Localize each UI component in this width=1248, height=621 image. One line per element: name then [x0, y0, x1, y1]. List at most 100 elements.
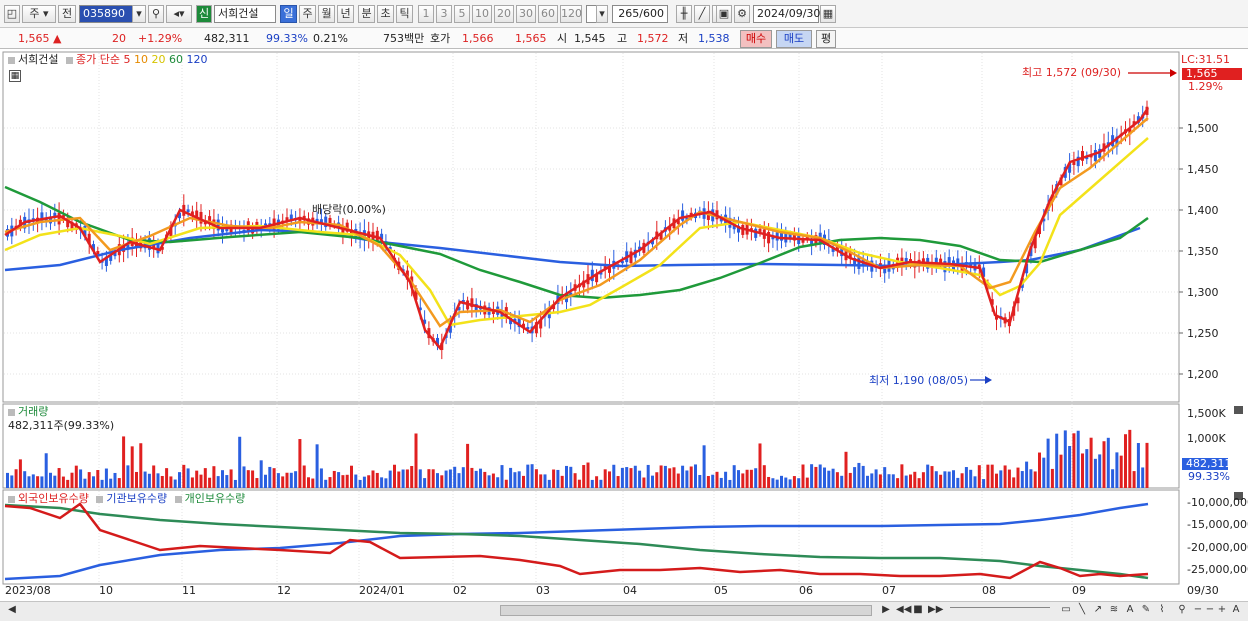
buy-button[interactable]: 매수 [740, 30, 772, 48]
draw-line-icon[interactable]: ╲ [1076, 603, 1088, 617]
scroll-right-icon[interactable]: ▶ [880, 603, 892, 617]
stop-icon[interactable]: ■ [912, 603, 924, 617]
candle-body [681, 210, 685, 221]
tab-tick[interactable]: 틱 [396, 5, 413, 23]
table-icon[interactable]: ▦ [9, 70, 21, 82]
x-tick: 07 [882, 584, 896, 597]
fib-tool-icon[interactable]: ≋ [1108, 603, 1120, 617]
volume-bar [208, 477, 212, 488]
scroll-left-icon[interactable]: ◀ [6, 603, 18, 617]
zoom-slider[interactable] [950, 607, 1050, 613]
candle-type-icon[interactable]: ╫ [676, 5, 692, 23]
x-tick: 12 [277, 584, 291, 597]
volume-bar [341, 475, 345, 488]
volume-bar [36, 476, 40, 488]
window-menu-icon[interactable]: ◰ [4, 5, 20, 23]
volume-bar [1089, 437, 1093, 488]
ma20-legend: 20 [151, 53, 166, 66]
rewind-icon[interactable]: ◀◀ [896, 603, 911, 617]
scrollbar-thumb[interactable] [500, 605, 872, 616]
y-tick-1500: 1,500 [1187, 122, 1219, 135]
volume-bar [100, 479, 104, 488]
min-10[interactable]: 10 [472, 5, 492, 23]
min-20[interactable]: 20 [494, 5, 514, 23]
brush-tool-icon[interactable]: ✎ [1140, 603, 1152, 617]
search-icon[interactable]: ⚲ [148, 5, 164, 23]
tab-year[interactable]: 년 [337, 5, 354, 23]
volume-bar [251, 470, 255, 488]
volume-bar [560, 475, 564, 488]
sound-icon[interactable]: ◂▾ [166, 5, 192, 23]
x-tick: 2024/01 [359, 584, 405, 597]
arrow-tool-icon[interactable]: ↗ [1092, 603, 1104, 617]
chart-area[interactable] [0, 50, 1248, 602]
tab-second[interactable]: 초 [377, 5, 394, 23]
text-tool-icon[interactable]: A [1124, 603, 1136, 617]
volume-bar [367, 475, 371, 488]
y-tick-1250: 1,250 [1187, 327, 1219, 340]
hold-tick-15m: -15,000,000 [1187, 518, 1248, 531]
chart-tool-icon[interactable]: ⌇ [1156, 603, 1168, 617]
date-input[interactable]: 2024/09/30 [753, 5, 820, 23]
volume-bar [758, 443, 762, 488]
code-dropdown-icon[interactable]: ▾ [132, 5, 146, 23]
zoom-in-icon[interactable]: + [1216, 603, 1228, 617]
low-annotation: 최저 1,190 (08/05) [869, 374, 969, 387]
min-1[interactable]: 1 [418, 5, 434, 23]
draw-tool-icon[interactable]: ╱ [694, 5, 710, 23]
volume-bar [595, 476, 599, 488]
volume-bar [1007, 469, 1011, 488]
zoom-search-icon[interactable]: ⚲ [1176, 603, 1188, 617]
volume-bar [178, 472, 181, 488]
volume-bar [547, 479, 551, 488]
forward-icon[interactable]: ▶▶ [928, 603, 943, 617]
candle-body [96, 251, 100, 255]
layout-icon[interactable]: ▭ [1060, 603, 1072, 617]
volume-bar [57, 468, 61, 488]
period-select[interactable]: 주 ▾ [22, 5, 56, 23]
volume-bar [973, 476, 977, 488]
eval-button[interactable]: 평 [816, 30, 836, 48]
candle-body [758, 228, 762, 232]
last-percent: 1.29% [1188, 80, 1223, 93]
custom-period-dropdown-icon[interactable]: ▾ [596, 5, 608, 23]
volume-bar [651, 475, 654, 488]
min-120[interactable]: 120 [560, 5, 582, 23]
settings-gear-icon[interactable]: ⚙ [734, 5, 750, 23]
volume-bar [737, 470, 740, 488]
tab-minute[interactable]: 분 [358, 5, 375, 23]
min-3[interactable]: 3 [436, 5, 452, 23]
volume-bar [1081, 453, 1084, 488]
calendar-icon[interactable]: ▦ [820, 5, 836, 23]
volume-bar [900, 464, 904, 488]
volume-bar [999, 470, 1003, 488]
zoom-out-icon[interactable]: − [1192, 603, 1204, 617]
font-size-icon[interactable]: A [1230, 603, 1242, 617]
minus-icon[interactable]: − [1204, 603, 1216, 617]
volume-bar [530, 464, 534, 488]
count-field[interactable]: 265/600 [612, 5, 668, 23]
tab-day[interactable]: 일 [280, 5, 297, 23]
volume-bar [577, 479, 581, 488]
volume-bar [848, 472, 852, 488]
min-60[interactable]: 60 [538, 5, 558, 23]
volume-bar [44, 453, 48, 488]
volume-bar [655, 472, 659, 488]
min-30[interactable]: 30 [516, 5, 536, 23]
sell-button[interactable]: 매도 [776, 30, 812, 48]
volume-bar [1111, 469, 1115, 488]
stock-name-field: 서희건설 [214, 5, 276, 23]
volume-bar [681, 465, 685, 488]
save-icon[interactable]: ▣ [716, 5, 732, 23]
volume-bar [556, 469, 560, 488]
panel-close-icon[interactable] [1234, 406, 1243, 414]
volume-bar [143, 471, 147, 488]
tab-week[interactable]: 주 [299, 5, 316, 23]
volume-bar [1025, 461, 1029, 488]
volume-bar [947, 471, 951, 488]
tab-month[interactable]: 월 [318, 5, 335, 23]
prev-button[interactable]: 전 [58, 5, 76, 23]
min-5[interactable]: 5 [454, 5, 470, 23]
volume-bar [104, 468, 108, 488]
low-label: 저 [678, 32, 689, 45]
